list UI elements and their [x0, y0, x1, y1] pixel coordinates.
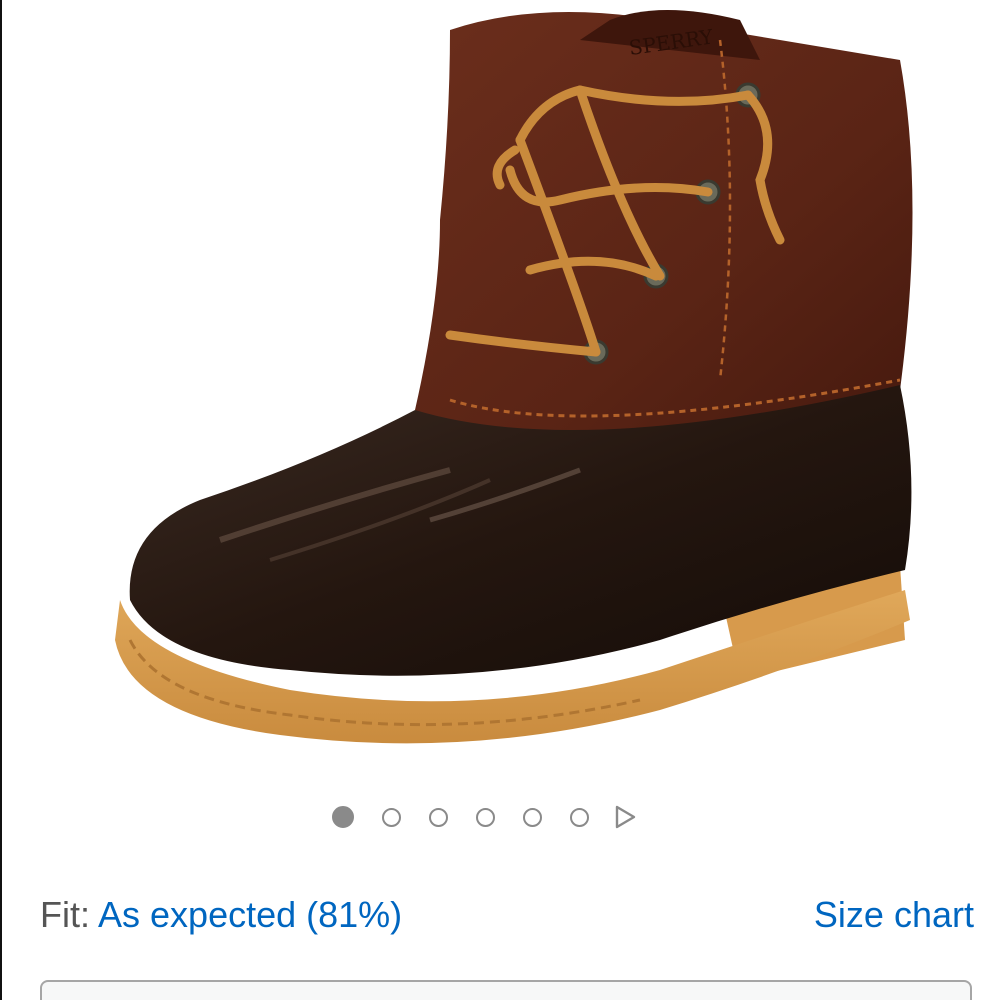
carousel-dot-4[interactable] [476, 807, 495, 827]
fit-label: Fit: [40, 894, 99, 935]
duck-boot-image: SPERRY [115, 10, 913, 744]
fit-info-row: Fit: As expected (81%) Size chart [40, 890, 974, 940]
carousel-dot-3[interactable] [429, 807, 448, 827]
carousel-dot-2[interactable] [382, 807, 401, 827]
product-page: SPERRY Fit: As expected (81%) Size chart [0, 0, 1000, 1000]
carousel-dot-6[interactable] [570, 807, 589, 827]
size-select-dropdown[interactable] [40, 980, 972, 1000]
carousel-dot-1[interactable] [332, 806, 354, 828]
size-chart-link[interactable]: Size chart [814, 894, 974, 936]
image-carousel-indicator [332, 802, 637, 832]
carousel-dot-5[interactable] [523, 807, 542, 827]
screen-edge [0, 0, 2, 1000]
fit-info: Fit: As expected (81%) [40, 894, 402, 936]
play-triangle-icon[interactable] [613, 805, 637, 829]
fit-value-link[interactable]: As expected (81%) [98, 894, 402, 935]
product-image[interactable]: SPERRY [20, 0, 980, 780]
